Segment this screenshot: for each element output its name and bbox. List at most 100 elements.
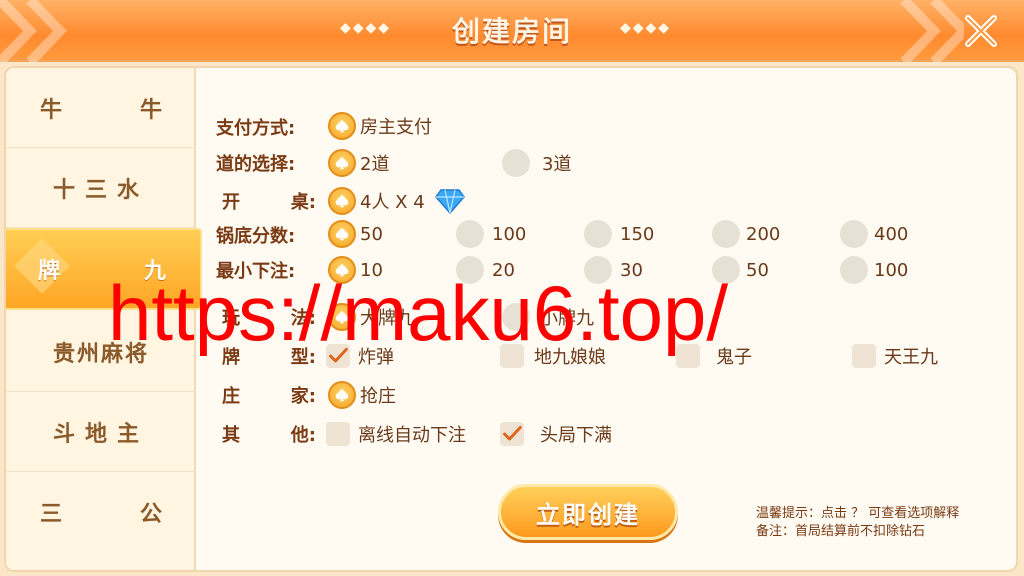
play-mode-option-big[interactable]: 大牌九 (328, 302, 414, 332)
sidebar-item-label: 牛 (40, 97, 63, 123)
card-type-label: 牌型: (222, 347, 316, 368)
option-label: 20 (492, 259, 515, 281)
spade-icon (335, 310, 349, 324)
radio-unselected-icon (584, 256, 612, 284)
min-bet-label: 最小下注: (216, 261, 296, 282)
sidebar-item-shisanshui[interactable]: 十三水 (6, 148, 196, 228)
other-option-first-round-full[interactable]: 头局下满 (500, 419, 612, 449)
spade-icon (335, 388, 349, 402)
sidebar-item-label: 牌 (38, 259, 61, 284)
radio-selected-icon (328, 256, 356, 284)
close-button[interactable] (958, 8, 1004, 54)
base-score-option-400[interactable]: 400 (840, 219, 908, 249)
card-type-option-guizi[interactable]: 鬼子 (676, 341, 752, 371)
option-label: 50 (360, 223, 383, 245)
game-sidebar: 牛 牛 十三水 牌 九 贵州麻将 斗地主 三 公 (6, 68, 202, 570)
page-title: 创建房间 (451, 15, 572, 48)
card-type-option-dijiu[interactable]: 地九娘娘 (500, 341, 606, 371)
create-now-button[interactable]: 立即创建 (498, 484, 678, 540)
base-score-option-50[interactable]: 50 (328, 219, 383, 249)
min-bet-option-50[interactable]: 50 (712, 255, 769, 285)
radio-unselected-icon (712, 256, 740, 284)
base-score-option-200[interactable]: 200 (712, 219, 780, 249)
radio-selected-icon (328, 381, 356, 409)
sidebar-item-label: 斗地主 (52, 421, 149, 447)
checkmark-icon (502, 424, 522, 444)
sidebar-item-label: 牛 (139, 97, 162, 123)
sidebar-item-label: 十三水 (52, 177, 149, 203)
checkbox-unchecked-icon (326, 422, 350, 446)
radio-unselected-icon (502, 149, 530, 177)
spade-icon (335, 227, 349, 241)
sidebar-item-label: 三 (40, 502, 63, 527)
radio-unselected-icon (584, 220, 612, 248)
base-score-label: 锅底分数: (216, 226, 296, 247)
min-bet-option-10[interactable]: 10 (328, 255, 383, 285)
road-label: 道的选择: (216, 154, 296, 175)
option-label: 天王九 (884, 347, 938, 368)
card-type-option-bomb[interactable]: 炸弹 (326, 341, 394, 371)
min-bet-option-20[interactable]: 20 (456, 255, 515, 285)
payment-label: 支付方式: (216, 118, 296, 139)
radio-unselected-icon (712, 220, 740, 248)
sidebar-item-guizhou-mahjong[interactable]: 贵州麻将 (6, 312, 196, 392)
tip-text: 温馨提示：点击 ？ 可查看选项解释 (756, 506, 960, 521)
radio-unselected-icon (502, 303, 530, 331)
table-label: 开桌: (222, 192, 316, 213)
checkbox-unchecked-icon (676, 344, 700, 368)
base-score-option-100[interactable]: 100 (456, 219, 526, 249)
option-label: 房主支付 (360, 117, 432, 138)
option-label: 10 (360, 259, 383, 281)
radio-selected-icon (328, 303, 356, 331)
radio-unselected-icon (840, 256, 868, 284)
option-label: 100 (492, 223, 527, 245)
option-label: 4人 X 4 (360, 192, 425, 213)
option-label: 大牌九 (360, 308, 414, 329)
option-label: 离线自动下注 (358, 425, 466, 446)
checkbox-checked-icon (326, 344, 350, 368)
option-label: 50 (746, 259, 769, 281)
option-label: 头局下满 (540, 425, 612, 446)
play-mode-label: 玩法: (222, 308, 316, 329)
header-bar: ◆◆◆◆ 创建房间 ◆◆◆◆ (0, 0, 1024, 62)
spade-icon (335, 263, 349, 277)
sidebar-item-doudizhu[interactable]: 斗地主 (6, 392, 196, 472)
spade-icon (335, 194, 349, 208)
option-label: 200 (746, 223, 781, 245)
other-label: 其他: (222, 425, 316, 446)
play-mode-option-small[interactable]: 小牌九 (502, 302, 594, 332)
road-option-2[interactable]: 2道 (328, 148, 389, 178)
card-type-option-tianwangjiu[interactable]: 天王九 (852, 341, 938, 371)
checkmark-icon (328, 346, 348, 366)
min-bet-option-30[interactable]: 30 (584, 255, 643, 285)
option-label: 2道 (360, 154, 390, 175)
sidebar-item-sangong[interactable]: 三 公 (6, 472, 196, 552)
road-option-3[interactable]: 3道 (502, 148, 571, 178)
spade-icon (335, 156, 349, 170)
note-text: 备注：首局结算前不扣除钻石 (756, 524, 926, 539)
title-decoration: ◆◆◆◆ (620, 20, 672, 36)
min-bet-option-100[interactable]: 100 (840, 255, 908, 285)
radio-selected-icon (328, 220, 356, 248)
banker-option-grab[interactable]: 抢庄 (328, 380, 396, 410)
checkbox-unchecked-icon (852, 344, 876, 368)
option-label: 100 (874, 259, 909, 281)
sidebar-item-niuniu[interactable]: 牛 牛 (6, 68, 196, 148)
option-label: 小牌九 (540, 308, 594, 329)
radio-selected-icon (328, 112, 356, 140)
option-label: 3道 (542, 154, 572, 175)
spade-icon (335, 119, 349, 133)
payment-option-owner[interactable]: 房主支付 (328, 111, 432, 141)
radio-unselected-icon (456, 220, 484, 248)
banker-label: 庄家: (222, 386, 316, 407)
option-label: 150 (620, 223, 655, 245)
close-icon (965, 15, 997, 47)
option-label: 抢庄 (360, 386, 396, 407)
sidebar-item-paijiu[interactable]: 牌 九 (6, 228, 202, 310)
table-option-4x4[interactable]: 4人 X 4 (328, 186, 465, 216)
option-label: 30 (620, 259, 643, 281)
sidebar-item-label: 贵州麻将 (52, 341, 149, 367)
other-option-auto-bet[interactable]: 离线自动下注 (326, 419, 466, 449)
checkbox-checked-icon (500, 422, 524, 446)
base-score-option-150[interactable]: 150 (584, 219, 654, 249)
